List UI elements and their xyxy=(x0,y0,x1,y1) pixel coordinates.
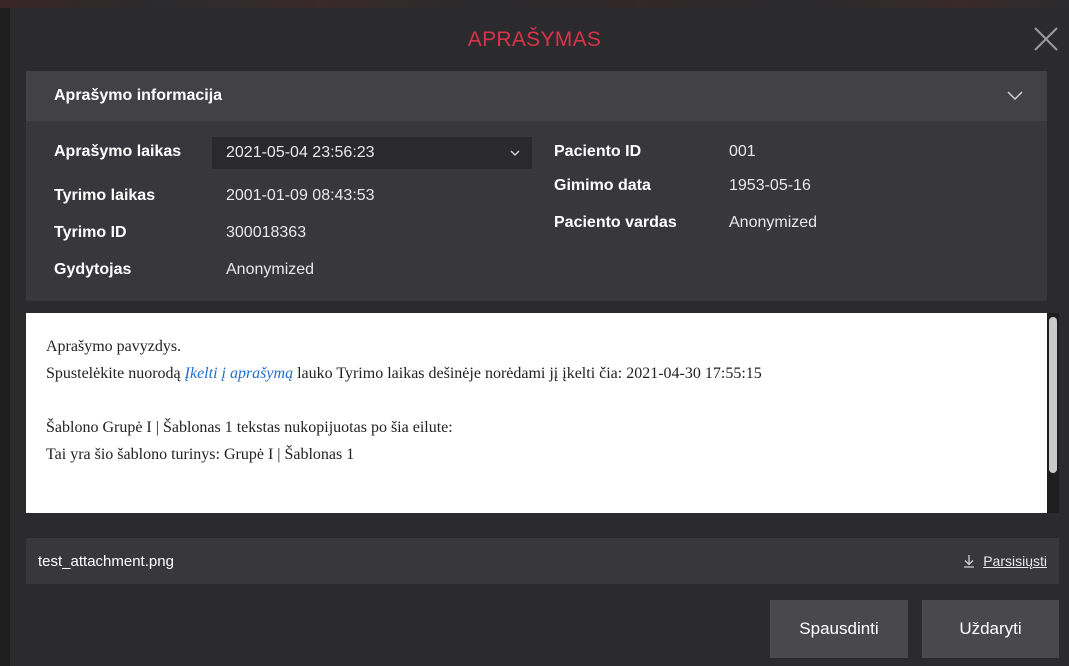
field-label-patient-id: Paciento ID xyxy=(554,143,642,160)
download-link[interactable]: Parsisiųsti xyxy=(963,553,1047,569)
field-value-study-time: 2001-01-09 08:43:53 xyxy=(226,187,375,204)
field-value-patient-id: 001 xyxy=(729,143,756,160)
field-value-patient-name: Anonymized xyxy=(729,214,818,231)
attachment-bar: test_attachment.png Parsisiųsti xyxy=(26,538,1059,584)
field-value-study-id: 300018363 xyxy=(226,224,307,241)
editor-line: Tai yra šio šablono turinys: Grupė I | Š… xyxy=(46,446,355,463)
dialog-title: APRAŠYMAS xyxy=(467,28,602,51)
info-panel-header[interactable]: Aprašymo informacija xyxy=(26,71,1047,121)
info-panel: Aprašymo informacija Aprašymo laikas 202… xyxy=(26,71,1047,301)
editor-line: Šablono Grupė I | Šablonas 1 tekstas nuk… xyxy=(46,419,453,436)
download-label: Parsisiųsti xyxy=(983,553,1047,569)
scrollbar-thumb[interactable] xyxy=(1049,317,1057,473)
field-label-doctor: Gydytojas xyxy=(54,261,132,278)
editor-text: Spustelėkite nuorodą xyxy=(46,365,185,382)
editor-text: lauko Tyrimo laikas dešinėje norėdami jį… xyxy=(293,365,762,382)
editor-scrollbar[interactable] xyxy=(1047,313,1059,513)
description-time-value: 2021-05-04 23:56:23 xyxy=(226,144,375,161)
chevron-down-icon xyxy=(510,149,520,156)
chevron-down-icon[interactable] xyxy=(1007,91,1023,101)
field-label-description-time: Aprašymo laikas xyxy=(54,143,182,160)
editor-line: Spustelėkite nuorodą Įkelti į aprašymą l… xyxy=(46,360,1027,387)
insert-into-description-link[interactable]: Įkelti į aprašymą xyxy=(185,365,293,382)
description-editor[interactable]: Aprašymo pavyzdys. Spustelėkite nuorodą … xyxy=(26,313,1047,513)
editor-line: Aprašymo pavyzdys. xyxy=(46,338,182,355)
info-panel-title: Aprašymo informacija xyxy=(54,87,223,104)
description-dialog: APRAŠYMAS Aprašymo informacija Aprašymo … xyxy=(10,8,1069,666)
editor-blank-line xyxy=(46,387,1027,414)
close-icon[interactable] xyxy=(1033,26,1059,52)
background-strip xyxy=(0,0,1069,8)
field-label-study-time: Tyrimo laikas xyxy=(54,187,156,204)
field-label-study-id: Tyrimo ID xyxy=(54,224,127,241)
description-time-select[interactable]: 2021-05-04 23:56:23 xyxy=(212,137,532,169)
print-button[interactable]: Spausdinti xyxy=(770,600,908,658)
close-button[interactable]: Uždaryti xyxy=(922,600,1059,658)
field-label-birth-date: Gimimo data xyxy=(554,177,651,194)
download-icon xyxy=(964,555,975,568)
field-value-birth-date: 1953-05-16 xyxy=(729,177,811,194)
field-label-patient-name: Paciento vardas xyxy=(554,214,677,231)
attachment-filename[interactable]: test_attachment.png xyxy=(38,553,174,570)
field-value-doctor: Anonymized xyxy=(226,261,315,278)
